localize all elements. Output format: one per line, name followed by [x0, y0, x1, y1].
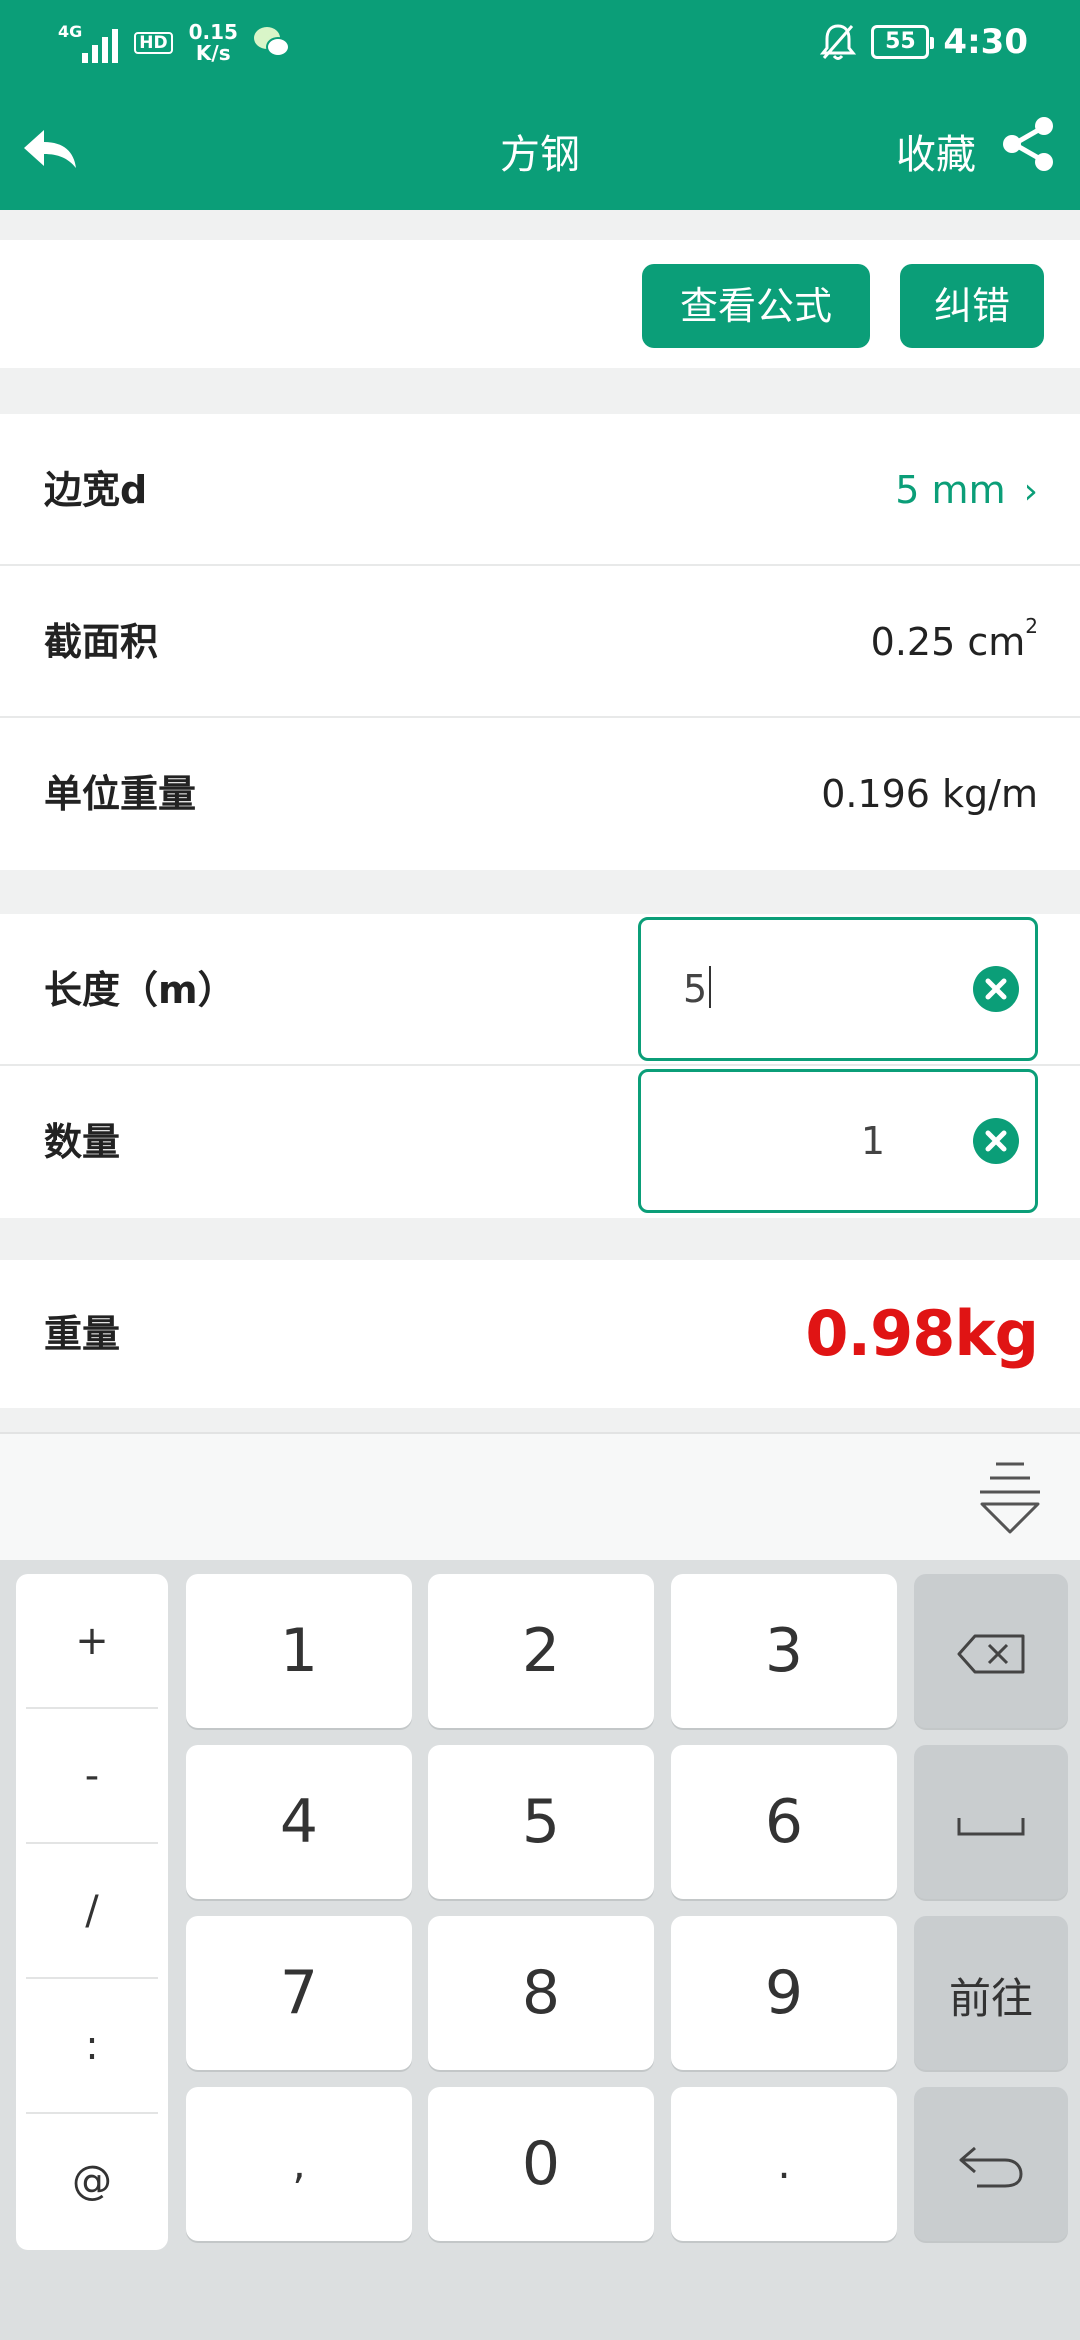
length-input[interactable]: 5	[638, 917, 1038, 1061]
key-slash[interactable]: /	[26, 1844, 158, 1979]
return-icon	[959, 2147, 1023, 2188]
key-1[interactable]: 1	[186, 1574, 412, 1728]
space-icon	[957, 1818, 1025, 1836]
numeric-keyboard: + - / : @ 1 2 3 4 5 6 7 8 9 前往 , 0 .	[0, 1560, 1080, 2340]
key-0[interactable]: 0	[428, 2087, 654, 2241]
key-minus[interactable]: -	[26, 1709, 158, 1844]
network-speed: 0.15 K/s	[188, 20, 238, 65]
backspace-key[interactable]	[914, 1574, 1068, 1728]
area-value: 0.25 cm2	[870, 614, 1038, 664]
hd-badge: HD	[134, 32, 173, 54]
weight-label: 重量	[44, 1312, 121, 1356]
report-error-button[interactable]: 纠错	[900, 264, 1044, 348]
quantity-row: 数量 1	[0, 1066, 1080, 1218]
key-at[interactable]: @	[26, 2114, 158, 2249]
side-width-row[interactable]: 边宽d 5 mm ›	[0, 414, 1080, 566]
length-label: 长度（m）	[44, 968, 236, 1012]
clear-icon[interactable]	[973, 1118, 1019, 1164]
space-key[interactable]	[914, 1745, 1068, 1899]
go-key[interactable]: 前往	[914, 1916, 1068, 2070]
key-2[interactable]: 2	[428, 1574, 654, 1728]
nav-bar: 方钢 收藏	[0, 90, 1080, 210]
enter-key[interactable]	[914, 2087, 1068, 2241]
area-label: 截面积	[44, 620, 159, 664]
unit-weight-label: 单位重量	[44, 772, 197, 816]
key-plus[interactable]: +	[26, 1574, 158, 1709]
share-icon[interactable]	[998, 114, 1058, 174]
area-row: 截面积 0.25 cm2	[0, 566, 1080, 718]
length-row: 长度（m） 5	[0, 914, 1080, 1066]
specs-section: 边宽d 5 mm › 截面积 0.25 cm2 单位重量 0.196 kg/m	[0, 414, 1080, 870]
unit-weight-row: 单位重量 0.196 kg/m	[0, 718, 1080, 870]
key-9[interactable]: 9	[671, 1916, 897, 2070]
chevron-right-icon: ›	[1023, 471, 1038, 512]
quantity-input[interactable]: 1	[638, 1069, 1038, 1213]
inputs-section: 长度（m） 5 数量 1	[0, 914, 1080, 1218]
key-8[interactable]: 8	[428, 1916, 654, 2070]
keyboard-toolbar	[0, 1432, 1080, 1560]
bell-muted-icon	[820, 24, 857, 60]
key-6[interactable]: 6	[671, 1745, 897, 1899]
key-colon[interactable]: :	[26, 1979, 158, 2114]
key-3[interactable]: 3	[671, 1574, 897, 1728]
clock: 4:30	[943, 22, 1028, 62]
network-type: 4G	[58, 22, 83, 41]
backspace-icon	[957, 1634, 1025, 1674]
quantity-label: 数量	[44, 1120, 121, 1164]
weight-result: 0.98kg	[805, 1297, 1039, 1370]
app-header: 4G HD 0.15 K/s 55 4:30 方钢 收藏	[0, 0, 1080, 210]
text-caret	[709, 966, 712, 1008]
side-width-selector[interactable]: 5 mm ›	[895, 414, 1038, 568]
wechat-notification-icon	[253, 27, 292, 59]
key-comma[interactable]: ,	[186, 2087, 412, 2241]
key-7[interactable]: 7	[186, 1916, 412, 2070]
side-width-label: 边宽d	[44, 468, 148, 512]
symbol-column: + - / : @	[16, 1574, 168, 2250]
result-section: 重量 0.98kg	[0, 1260, 1080, 1408]
clear-icon[interactable]	[973, 966, 1019, 1012]
view-formula-button[interactable]: 查看公式	[642, 264, 870, 348]
key-5[interactable]: 5	[428, 1745, 654, 1899]
battery-icon: 55	[871, 25, 935, 59]
unit-weight-value: 0.196 kg/m	[821, 772, 1038, 816]
signal-icon: 4G	[58, 22, 119, 63]
key-4[interactable]: 4	[186, 1745, 412, 1899]
key-dot[interactable]: .	[671, 2087, 897, 2241]
hide-keyboard-icon[interactable]	[976, 1456, 1044, 1542]
status-bar: 4G HD 0.15 K/s 55 4:30	[0, 0, 1080, 90]
favorite-button[interactable]: 收藏	[896, 122, 976, 180]
